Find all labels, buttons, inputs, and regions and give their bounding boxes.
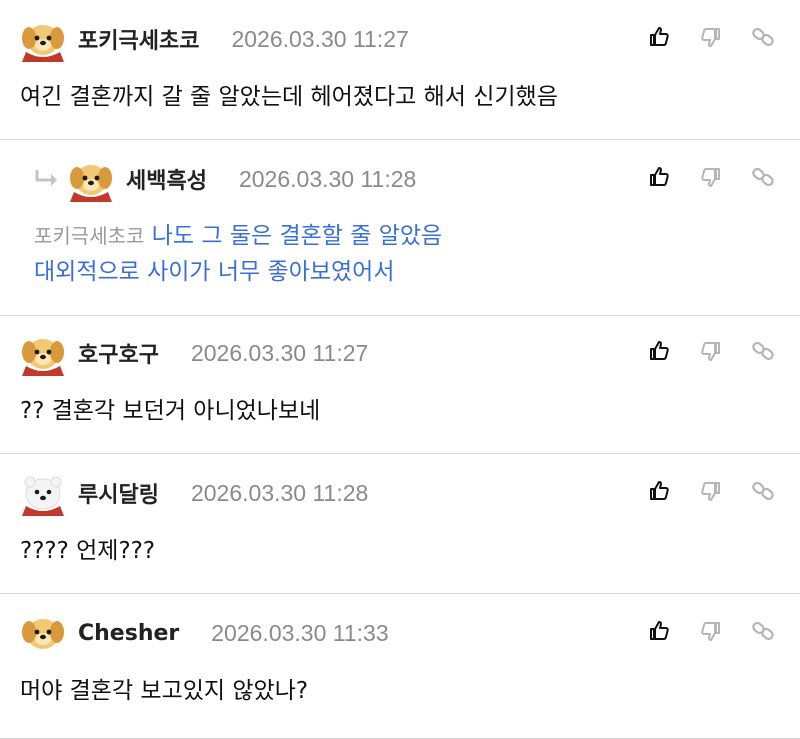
- nickname[interactable]: 루시달링: [78, 477, 159, 509]
- thumbs-up-icon[interactable]: [646, 478, 672, 504]
- thumbs-down-icon[interactable]: [698, 338, 724, 364]
- timestamp: 2026.03.30 11:27: [231, 25, 409, 52]
- link-icon[interactable]: [750, 24, 776, 50]
- link-icon[interactable]: [750, 164, 776, 190]
- comment-text: ???? 언제???: [20, 538, 156, 564]
- comment-header: 루시달링 2026.03.30 11:28: [20, 468, 368, 518]
- reply-actions: [646, 164, 776, 190]
- thumbs-down-icon[interactable]: [698, 24, 724, 50]
- comment-actions: [646, 618, 776, 644]
- link-icon[interactable]: [750, 338, 776, 364]
- nickname[interactable]: 포키극세초코: [78, 23, 199, 55]
- thumbs-up-icon[interactable]: [646, 164, 672, 190]
- timestamp: 2026.03.30 11:28: [190, 479, 369, 506]
- comment-text: 머야 결혼각 보고있지 않았나?: [20, 678, 309, 704]
- nickname[interactable]: 호구호구: [78, 337, 159, 369]
- reply-arrow-icon: [32, 164, 62, 194]
- mention-nickname[interactable]: 포키극세초코: [34, 224, 144, 248]
- comment-actions: [646, 478, 776, 504]
- avatar[interactable]: [20, 330, 66, 376]
- timestamp: 2026.03.30 11:28: [238, 165, 417, 192]
- thumbs-down-icon[interactable]: [698, 478, 724, 504]
- reply-item: 세백흑성 2026.03.30 11:28 포키극세초코 나도 그 둘은 결혼할…: [0, 140, 800, 316]
- comment-text: ?? 결혼각 보던거 아니었나보네: [20, 398, 321, 424]
- nickname[interactable]: Chesher: [78, 621, 179, 646]
- comment-item: 루시달링 2026.03.30 11:28 ???? 언제???: [0, 454, 800, 594]
- comment-header: 포키극세초코 2026.03.30 11:27: [20, 14, 409, 64]
- timestamp: 2026.03.30 11:27: [190, 339, 369, 366]
- comment-item: 호구호구 2026.03.30 11:27 ?? 결혼각 보던거 아니었나보네: [0, 316, 800, 454]
- thumbs-down-icon[interactable]: [698, 618, 724, 644]
- link-icon[interactable]: [750, 478, 776, 504]
- avatar[interactable]: [20, 16, 66, 62]
- thumbs-up-icon[interactable]: [646, 24, 672, 50]
- reply-text-line: 대외적으로 사이가 너무 좋아보였어서: [34, 259, 395, 285]
- comment-actions: [646, 24, 776, 50]
- nickname[interactable]: 세백흑성: [126, 163, 207, 195]
- comment-header: 호구호구 2026.03.30 11:27: [20, 328, 368, 378]
- comment-actions: [646, 338, 776, 364]
- avatar[interactable]: [68, 156, 114, 202]
- reply-header: 세백흑성 2026.03.30 11:28: [32, 154, 416, 204]
- thumbs-up-icon[interactable]: [646, 618, 672, 644]
- timestamp: 2026.03.30 11:33: [211, 619, 389, 646]
- reply-text: 포키극세초코 나도 그 둘은 결혼할 줄 알았음 대외적으로 사이가 너무 좋아…: [34, 218, 442, 290]
- avatar[interactable]: [20, 470, 66, 516]
- thumbs-down-icon[interactable]: [698, 164, 724, 190]
- avatar[interactable]: [20, 610, 66, 656]
- thumbs-up-icon[interactable]: [646, 338, 672, 364]
- comment-text: 여긴 결혼까지 갈 줄 알았는데 헤어졌다고 해서 신기했음: [20, 84, 558, 110]
- reply-text-line: 나도 그 둘은 결혼할 줄 알았음: [151, 223, 443, 249]
- comment-item: 포키극세초코 2026.03.30 11:27 여긴 결혼까지 갈 줄 알았는데…: [0, 0, 800, 140]
- link-icon[interactable]: [750, 618, 776, 644]
- comment-header: Chesher 2026.03.30 11:33: [20, 608, 389, 658]
- comment-item: Chesher 2026.03.30 11:33 머야 결혼각 보고있지 않았나…: [0, 594, 800, 739]
